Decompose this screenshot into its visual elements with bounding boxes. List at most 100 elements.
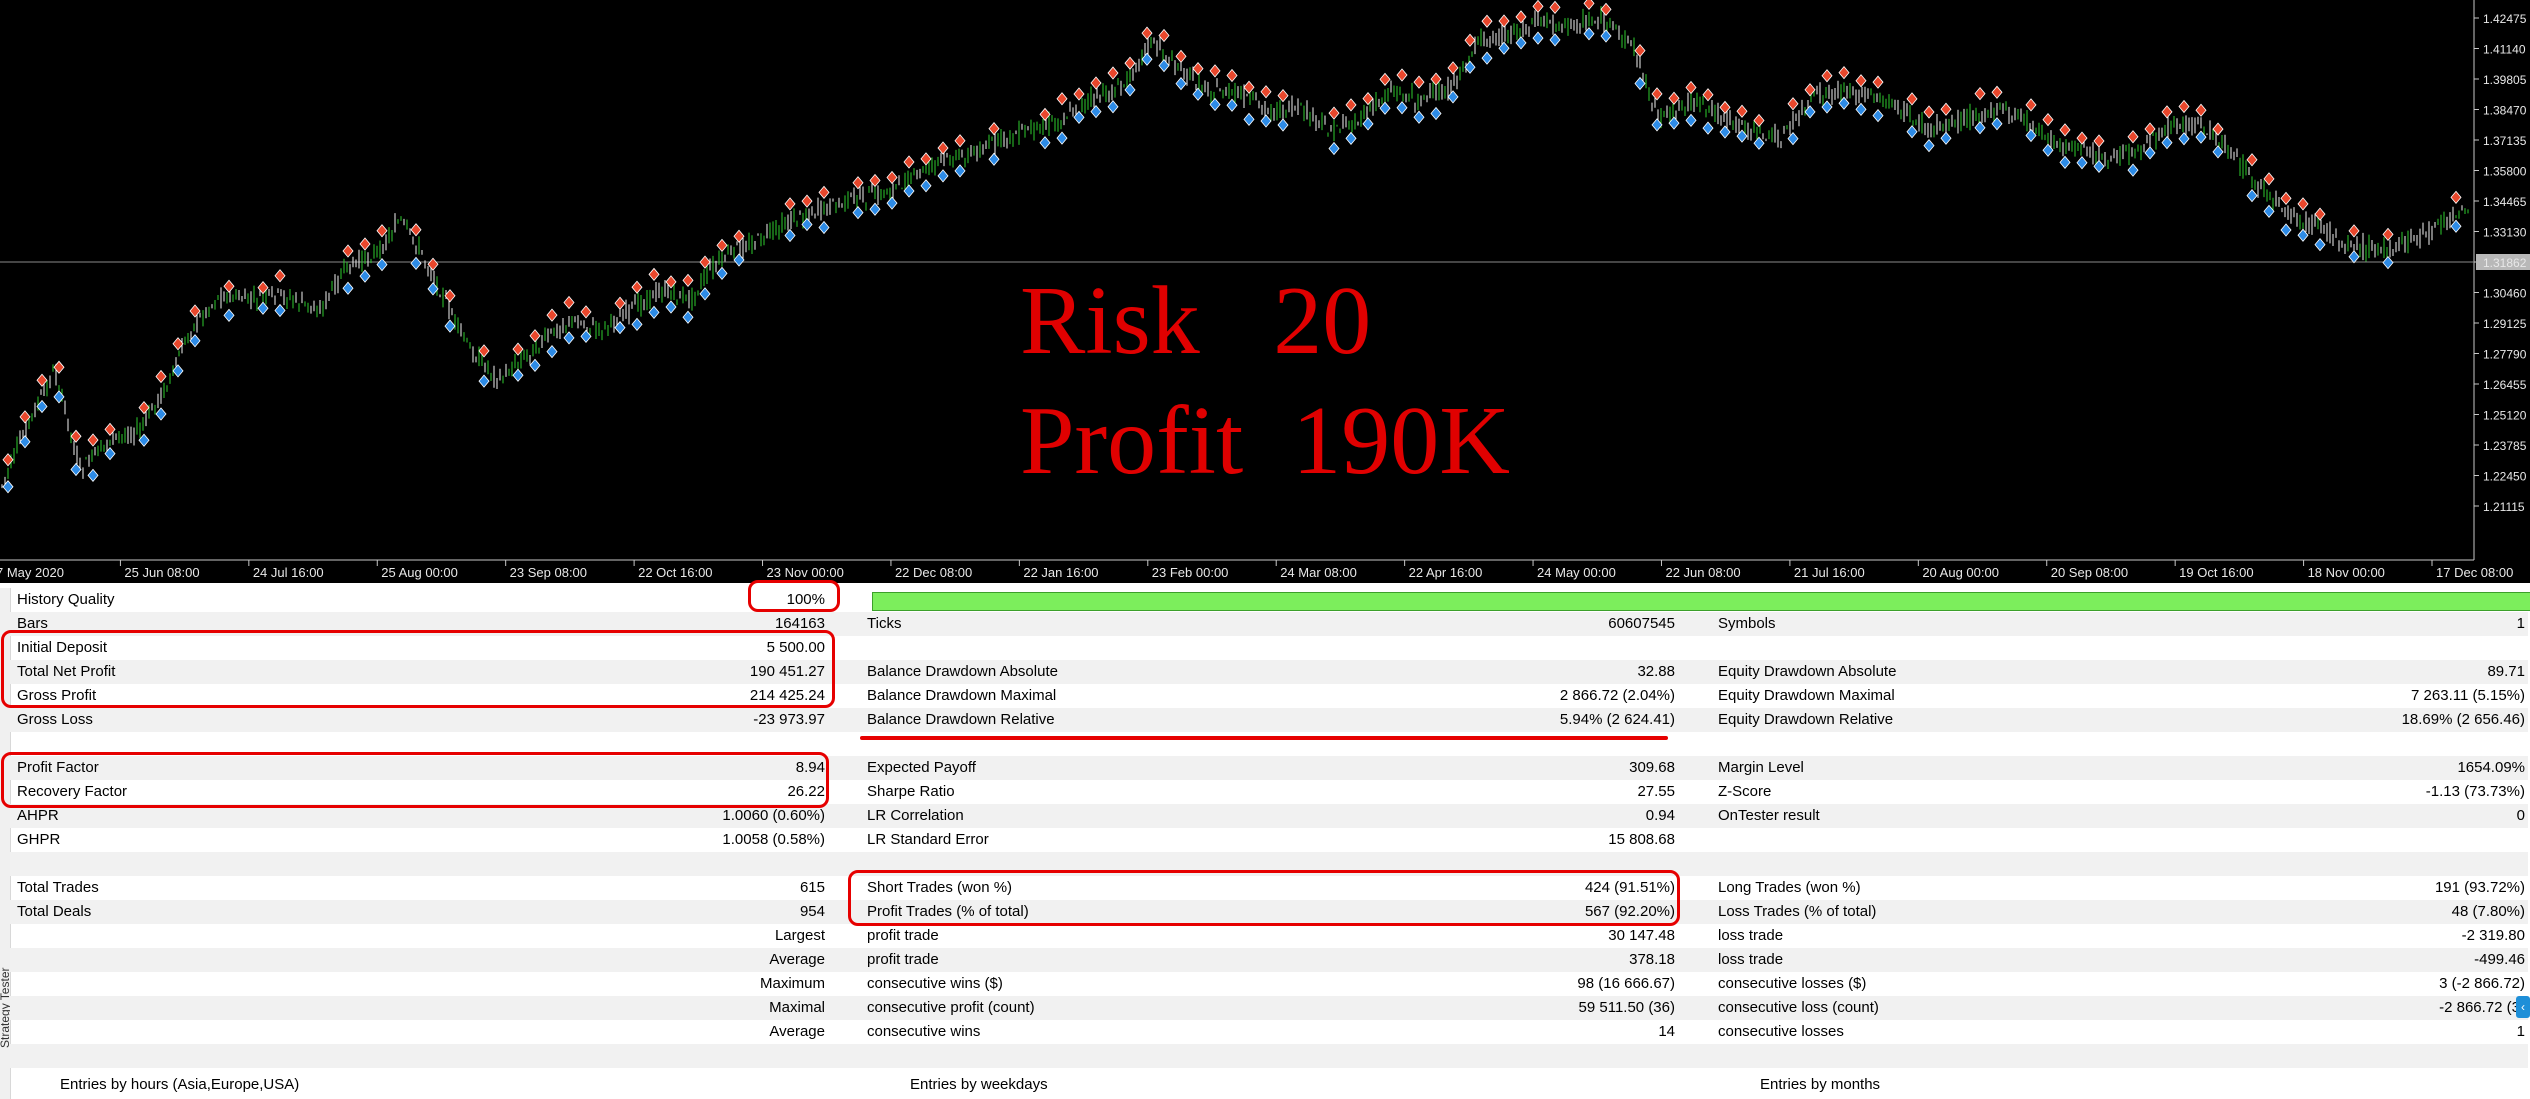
sell-marker bbox=[784, 197, 796, 211]
sell-marker bbox=[342, 244, 354, 258]
sell-marker bbox=[682, 273, 694, 287]
buy-marker bbox=[2450, 219, 2462, 233]
sell-marker bbox=[2059, 123, 2071, 137]
sell-marker bbox=[1396, 68, 1408, 82]
maximal-loss-label: consecutive loss (count) bbox=[1718, 999, 1879, 1016]
sell-marker bbox=[2195, 103, 2207, 117]
backtest-report: Strategy Tester History Quality 100% Bar… bbox=[0, 580, 2530, 1099]
average-cons-loss-label: consecutive losses bbox=[1718, 1023, 1844, 1040]
maximal-loss-value: -2 866.72 (3) bbox=[2439, 999, 2525, 1016]
date-label: 22 Jan 16:00 bbox=[1023, 565, 1098, 580]
buy-marker bbox=[1447, 90, 1459, 104]
sell-marker bbox=[223, 279, 235, 293]
price-label: 1.33130 bbox=[2483, 226, 2527, 240]
date-label: 24 Jul 16:00 bbox=[253, 565, 324, 580]
sell-marker bbox=[1821, 69, 1833, 83]
sell-marker bbox=[1362, 91, 1374, 106]
sharpe-ratio-label: Sharpe Ratio bbox=[867, 783, 955, 800]
maximum-loss-value: 3 (-2 866.72) bbox=[2439, 975, 2525, 992]
margin-level-value: 1654.09% bbox=[2457, 759, 2525, 776]
sell-marker bbox=[563, 295, 575, 310]
report-row: History Quality 100% bbox=[10, 588, 2530, 612]
ontester-value: 0 bbox=[2516, 807, 2525, 824]
total-trades-value: 615 bbox=[799, 879, 825, 896]
average-cons-loss-value: 1 bbox=[2516, 1023, 2525, 1040]
price-label: 1.35800 bbox=[2483, 165, 2527, 179]
average-cons-profit-value: 14 bbox=[1658, 1023, 1675, 1040]
buy-marker bbox=[954, 164, 966, 178]
buy-marker bbox=[1413, 110, 1425, 124]
buy-marker bbox=[682, 310, 694, 324]
buy-marker bbox=[2127, 163, 2139, 177]
buy-marker bbox=[1974, 121, 1986, 135]
sell-marker bbox=[36, 373, 48, 387]
buy-marker bbox=[2059, 155, 2071, 170]
total-trades-label: Total Trades bbox=[17, 879, 99, 896]
scroll-arrow-icon[interactable]: ‹ bbox=[2516, 996, 2530, 1018]
sell-marker bbox=[2297, 197, 2309, 211]
buy-marker bbox=[784, 228, 796, 243]
buy-marker bbox=[563, 331, 575, 345]
highlight-history-quality bbox=[748, 580, 840, 612]
buy-marker bbox=[1396, 101, 1408, 115]
maximum-loss-label: consecutive losses ($) bbox=[1718, 975, 1867, 992]
date-label: 25 Aug 00:00 bbox=[381, 565, 458, 580]
buy-marker bbox=[1362, 117, 1374, 131]
date-label: 24 May 00:00 bbox=[1537, 565, 1616, 580]
sell-marker bbox=[614, 296, 626, 310]
buy-marker bbox=[342, 281, 354, 295]
price-chart-area[interactable]: 1.42475 1.41140 1.39805 1.38470 1.37135 1.358… bbox=[0, 0, 2530, 583]
buy-marker bbox=[920, 179, 932, 193]
sell-marker bbox=[2127, 130, 2139, 144]
sell-marker bbox=[410, 223, 422, 237]
maximal-profit-label: consecutive profit (count) bbox=[867, 999, 1035, 1016]
sell-marker bbox=[631, 280, 643, 294]
sell-marker bbox=[1872, 75, 1884, 89]
buy-marker bbox=[631, 317, 643, 331]
loss-trades-label: Loss Trades (% of total) bbox=[1718, 903, 1877, 920]
sell-marker bbox=[1906, 92, 1918, 106]
sell-marker bbox=[1702, 88, 1714, 102]
buy-marker bbox=[2144, 146, 2156, 160]
underline-balance-dd-rel bbox=[860, 736, 1668, 740]
expected-payoff-value: 309.68 bbox=[1629, 759, 1675, 776]
sell-marker bbox=[359, 237, 371, 251]
sell-marker bbox=[2212, 122, 2224, 136]
buy-marker bbox=[1141, 52, 1153, 66]
balance-dd-rel-value: 5.94% (2 624.41) bbox=[1559, 711, 1675, 728]
buy-marker bbox=[2348, 250, 2360, 264]
average-cons-prefix: Average bbox=[769, 1023, 825, 1040]
largest-loss-value: -2 319.80 bbox=[2461, 927, 2525, 944]
sell-marker bbox=[138, 401, 150, 415]
sell-marker bbox=[155, 369, 167, 384]
buy-marker bbox=[1243, 112, 1255, 127]
sell-marker bbox=[2263, 172, 2275, 186]
sell-marker bbox=[1736, 104, 1748, 118]
buy-marker bbox=[1804, 105, 1816, 119]
balance-dd-max-value: 2 866.72 (2.04%) bbox=[1559, 687, 1675, 704]
sell-marker bbox=[1277, 88, 1289, 103]
price-label: 1.30460 bbox=[2483, 287, 2527, 301]
sell-marker bbox=[1668, 91, 1680, 105]
sell-marker bbox=[1974, 86, 1986, 101]
sell-marker bbox=[1447, 61, 1459, 75]
sell-marker bbox=[2076, 131, 2088, 145]
sell-marker bbox=[1209, 64, 1221, 78]
report-row: Gross Loss -23 973.97 Balance Drawdown R… bbox=[10, 708, 2528, 732]
lr-correlation-label: LR Correlation bbox=[867, 807, 964, 824]
sell-marker bbox=[1090, 76, 1102, 90]
margin-level-label: Margin Level bbox=[1718, 759, 1804, 776]
average-profit-label: profit trade bbox=[867, 951, 939, 968]
buy-marker bbox=[1532, 31, 1544, 45]
date-label: 22 Oct 16:00 bbox=[638, 565, 712, 580]
date-label: 23 Sep 08:00 bbox=[510, 565, 587, 580]
sell-marker bbox=[1855, 74, 1867, 88]
sell-marker bbox=[1515, 10, 1527, 24]
buy-marker bbox=[1481, 51, 1493, 65]
buy-marker bbox=[869, 202, 881, 216]
price-label: 1.42475 bbox=[2483, 12, 2527, 26]
buy-marker bbox=[2178, 132, 2190, 146]
buy-marker bbox=[988, 152, 1000, 166]
average-loss-value: -499.46 bbox=[2474, 951, 2525, 968]
buy-marker bbox=[665, 300, 677, 314]
